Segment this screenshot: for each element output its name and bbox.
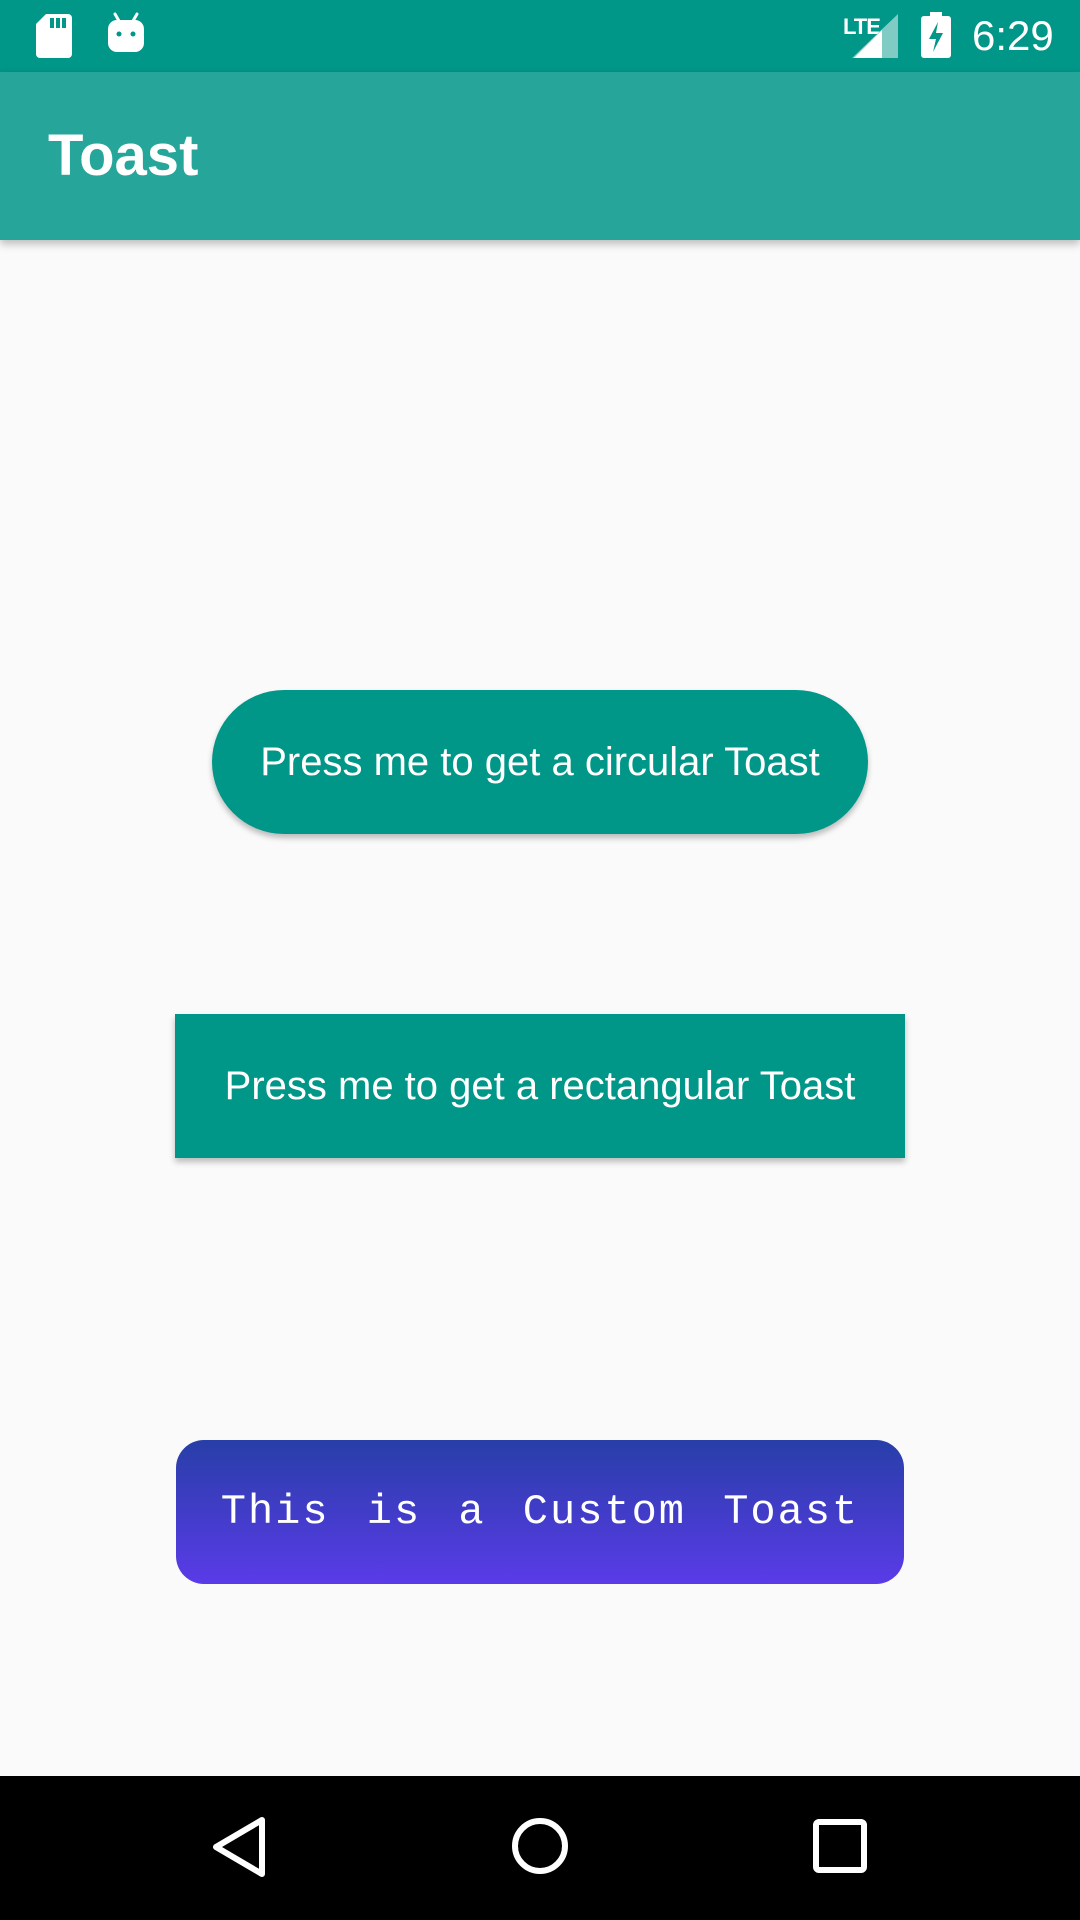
sd-card-icon — [36, 14, 72, 58]
custom-toast: This is a Custom Toast — [176, 1440, 904, 1584]
page-title: Toast — [48, 123, 199, 188]
main-content: Press me to get a circular Toast Press m… — [0, 240, 1080, 1776]
android-icon — [108, 12, 144, 52]
circular-toast-button-label: Press me to get a circular Toast — [260, 739, 820, 784]
circular-toast-button[interactable]: Press me to get a circular Toast — [212, 690, 868, 834]
rectangular-toast-button-label: Press me to get a rectangular Toast — [224, 1063, 856, 1108]
signal-icon — [852, 14, 898, 58]
recents-icon[interactable] — [812, 1818, 868, 1874]
navigation-bar — [0, 1776, 1080, 1920]
back-icon[interactable] — [212, 1816, 266, 1878]
status-bar: LTE 6:29 — [0, 0, 1080, 72]
home-icon[interactable] — [510, 1816, 570, 1876]
clock-time: 6:29 — [972, 12, 1054, 59]
app-bar: Toast — [0, 72, 1080, 240]
rectangular-toast-button[interactable]: Press me to get a rectangular Toast — [175, 1014, 905, 1158]
custom-toast-text: This is a Custom Toast — [220, 1488, 860, 1536]
battery-charging-icon — [921, 12, 951, 58]
